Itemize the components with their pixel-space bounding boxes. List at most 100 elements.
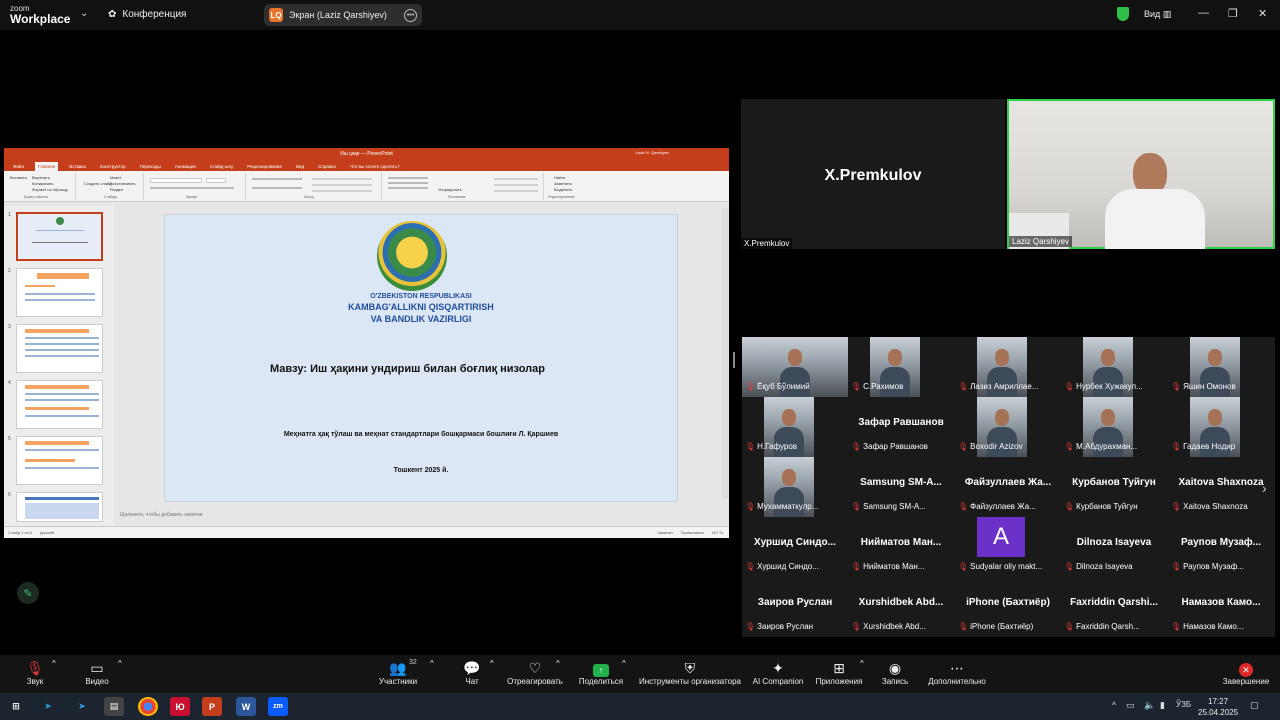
ppt-tab-help[interactable]: Справка bbox=[315, 162, 339, 171]
participant-tile[interactable]: Намазов Камо... 🎙 Намазов Камо... bbox=[1168, 577, 1274, 637]
comments-toggle[interactable]: Примечания bbox=[681, 530, 704, 535]
network-icon[interactable]: ▭ bbox=[1126, 700, 1135, 711]
participants-button[interactable]: 👥 32 Участники bbox=[376, 659, 420, 686]
section-button[interactable]: Раздел bbox=[110, 187, 123, 192]
word-icon[interactable]: W bbox=[236, 697, 256, 716]
participant-tile[interactable]: Хуршид Синдо... 🎙 Хуршид Синдо... bbox=[742, 517, 848, 577]
chrome-icon[interactable] bbox=[138, 697, 158, 716]
conference-button[interactable]: ✿ Конференция bbox=[108, 9, 186, 20]
copy-button[interactable]: Копировать bbox=[32, 181, 54, 186]
windows-start-icon[interactable]: ⊞ bbox=[6, 697, 26, 716]
notifications-icon[interactable]: ▢ bbox=[1250, 700, 1259, 711]
participant-tile[interactable]: 🎙 Гадаев Нодир bbox=[1168, 397, 1274, 457]
ppt-tell-me[interactable]: Что вы хотите сделать? bbox=[347, 162, 403, 171]
participant-tile[interactable]: Файзуллаев Жа... 🎙 Файзуллаев Жа... bbox=[955, 457, 1061, 517]
battery-icon[interactable]: ▮ bbox=[1160, 700, 1165, 711]
ppt-tab-design[interactable]: Конструктор bbox=[97, 162, 129, 171]
arrange-button[interactable]: Упорядочить bbox=[438, 187, 462, 192]
telegram-alt-icon[interactable]: ➤ bbox=[72, 697, 92, 716]
panel-splitter-handle[interactable] bbox=[733, 352, 735, 368]
notes-toggle[interactable]: Заметки bbox=[657, 530, 672, 535]
audio-options-caret-icon[interactable]: ^ bbox=[52, 659, 56, 668]
slide-thumbnail-6[interactable] bbox=[16, 492, 103, 522]
replace-button[interactable]: Заменить bbox=[554, 181, 572, 186]
participant-tile[interactable]: 🎙 С.Рахимов bbox=[848, 337, 954, 397]
apps-button[interactable]: ⊞ Приложения bbox=[814, 659, 864, 686]
clock[interactable]: 17:27 25.04.2025 bbox=[1198, 696, 1238, 718]
tray-overflow-icon[interactable]: ^ bbox=[1112, 700, 1116, 710]
end-meeting-button[interactable]: ✕ Завершение bbox=[1222, 659, 1270, 686]
ppt-tab-slideshow[interactable]: Слайд-шоу bbox=[207, 162, 236, 171]
current-slide[interactable]: O'ZBEKISTON RESPUBLIKASI KAMBAG'ALLIKNI … bbox=[164, 214, 678, 502]
apps-caret-icon[interactable]: ^ bbox=[860, 659, 864, 668]
participant-tile[interactable]: Раупов Музаф... 🎙 Раупов Музаф... bbox=[1168, 517, 1274, 577]
participant-tile[interactable]: 🎙 Лазиз Амриллае... bbox=[955, 337, 1061, 397]
video-button[interactable]: ▭ Видео bbox=[84, 659, 110, 686]
participant-tile[interactable]: Xaitova Shaxnoza 🎙 Xaitova Shaxnoza bbox=[1168, 457, 1274, 517]
speaker-tile-premkulov[interactable]: X.Premkulov X.Premkulov bbox=[741, 99, 1005, 249]
select-button[interactable]: Выделить bbox=[554, 187, 572, 192]
participant-tile[interactable]: Samsung SM-A... 🎙 Samsung SM-A... bbox=[848, 457, 954, 517]
participant-tile[interactable]: 🎙 Нурбек Хужакул... bbox=[1061, 337, 1167, 397]
audio-button[interactable]: 🎙 Звук bbox=[22, 659, 48, 686]
ppt-tab-transitions[interactable]: Переходы bbox=[137, 162, 164, 171]
volume-icon[interactable]: 🔈 bbox=[1144, 700, 1155, 711]
participants-caret-icon[interactable]: ^ bbox=[430, 659, 434, 668]
participant-tile[interactable]: Нийматов Ман... 🎙 Нийматов Ман... bbox=[848, 517, 954, 577]
chat-button[interactable]: 💬 Чат bbox=[462, 659, 482, 686]
more-options-icon[interactable]: ••• bbox=[404, 8, 417, 22]
ppt-tab-animations[interactable]: Анимация bbox=[172, 162, 199, 171]
share-caret-icon[interactable]: ^ bbox=[622, 659, 626, 668]
ppt-tab-file[interactable]: Файл bbox=[10, 162, 27, 171]
participant-tile[interactable]: 🎙 М.Абдурахман... bbox=[1061, 397, 1167, 457]
more-button[interactable]: ⋯ Дополнительно bbox=[926, 659, 988, 686]
screen-share-indicator[interactable]: LQ Экран (Laziz Qarshiyev) ••• bbox=[264, 4, 422, 26]
antivirus-icon[interactable]: Ю bbox=[170, 697, 190, 716]
record-button[interactable]: ◉ Запись bbox=[880, 659, 910, 686]
gallery-next-page-icon[interactable]: › bbox=[1262, 480, 1267, 496]
react-caret-icon[interactable]: ^ bbox=[556, 659, 560, 668]
participant-tile[interactable]: 🎙 Boxodir Azizov bbox=[955, 397, 1061, 457]
zoom-level[interactable]: 107 % bbox=[712, 530, 723, 535]
layout-button[interactable]: Макет bbox=[110, 175, 121, 180]
ai-companion-button[interactable]: ✦ AI Companion bbox=[752, 659, 804, 686]
active-speaker-tile[interactable]: Laziz Qarshiyev bbox=[1007, 99, 1275, 249]
participant-tile[interactable]: Xurshidbek Abd... 🎙 Xurshidbek Abd... bbox=[848, 577, 954, 637]
participant-tile[interactable]: iPhone (Бахтиёр) 🎙 iPhone (Бахтиёр) bbox=[955, 577, 1061, 637]
find-button[interactable]: Найти bbox=[554, 175, 565, 180]
slide-thumbnail-4[interactable] bbox=[16, 380, 103, 429]
paste-button[interactable]: Вставить bbox=[10, 175, 27, 180]
ppt-tab-review[interactable]: Рецензирование bbox=[244, 162, 285, 171]
host-tools-button[interactable]: ⛨ Инструменты организатора bbox=[638, 659, 742, 686]
powerpoint-icon[interactable]: P bbox=[202, 697, 222, 716]
participant-tile[interactable]: Faxriddin Qarshi... 🎙 Faxriddin Qarsh... bbox=[1061, 577, 1167, 637]
format-painter-button[interactable]: Формат по образцу bbox=[32, 187, 68, 192]
ppt-tab-view[interactable]: Вид bbox=[293, 162, 307, 171]
participant-tile[interactable]: Курбанов Туйгун 🎙 Курбанов Туйгун bbox=[1061, 457, 1167, 517]
new-slide-button[interactable]: Создать слайд bbox=[84, 181, 111, 186]
view-button[interactable]: Вид ▥ bbox=[1144, 9, 1171, 20]
participant-tile[interactable]: A 🎙 Sudyalar oliy makt... bbox=[955, 517, 1061, 577]
reset-button[interactable]: Восстановить bbox=[110, 181, 136, 186]
app-menu-chevron-icon[interactable]: ⌄ bbox=[80, 8, 88, 19]
restore-icon[interactable]: ❐ bbox=[1228, 7, 1238, 20]
chat-caret-icon[interactable]: ^ bbox=[490, 659, 494, 668]
slide-scrollbar[interactable] bbox=[722, 208, 728, 498]
ppt-tab-home[interactable]: Главная bbox=[35, 162, 59, 171]
input-language[interactable]: ЎЗБ bbox=[1176, 700, 1191, 709]
zoom-icon[interactable]: zm bbox=[268, 697, 288, 716]
slide-thumbnail-3[interactable] bbox=[16, 324, 103, 373]
telegram-icon[interactable]: ➤ bbox=[38, 697, 58, 716]
participant-tile[interactable]: Заиров Руслан 🎙 Заиров Руслан bbox=[742, 577, 848, 637]
video-options-caret-icon[interactable]: ^ bbox=[118, 659, 122, 668]
app-icon[interactable]: ▤ bbox=[104, 697, 124, 716]
ppt-tab-insert[interactable]: Вставка bbox=[66, 162, 89, 171]
annotate-pen-icon[interactable]: ✎ bbox=[17, 582, 39, 604]
participant-tile[interactable]: 🎙 Н.Гафуров bbox=[742, 397, 848, 457]
minimize-icon[interactable]: — bbox=[1198, 7, 1209, 19]
participant-tile[interactable]: 🎙 Яшин Омонов bbox=[1168, 337, 1274, 397]
participant-tile[interactable]: 🎙 Ёқуб Бўлимий bbox=[742, 337, 848, 397]
close-icon[interactable]: ✕ bbox=[1258, 7, 1267, 20]
participant-tile[interactable]: Dilnoza Isayeva 🎙 Dilnoza Isayeva bbox=[1061, 517, 1167, 577]
cut-button[interactable]: Вырезать bbox=[32, 175, 50, 180]
